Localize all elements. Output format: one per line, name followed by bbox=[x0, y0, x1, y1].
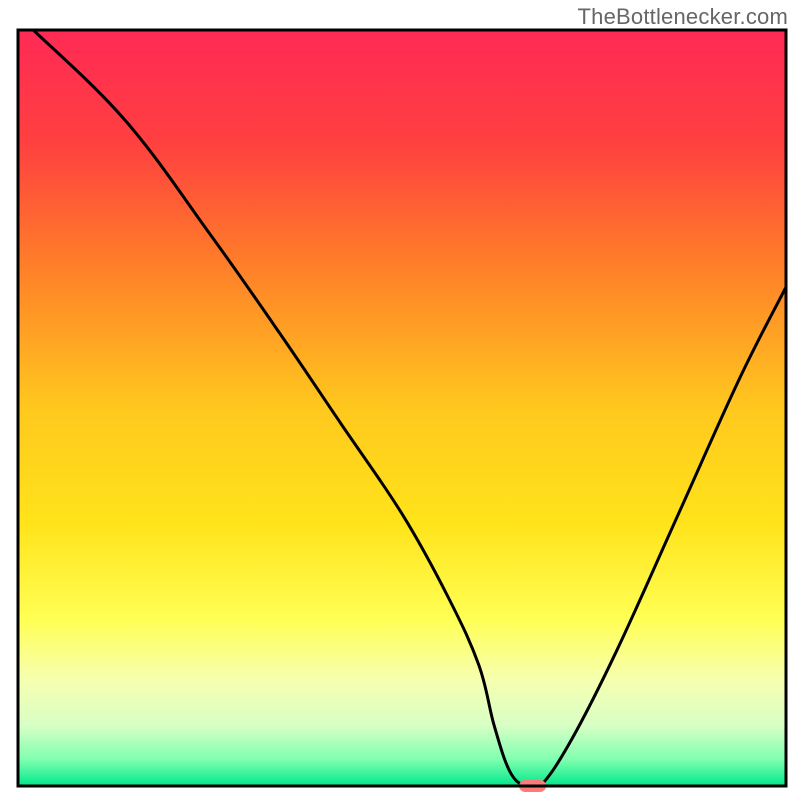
chart-stage: TheBottlenecker.com bbox=[0, 0, 800, 800]
bottleneck-chart bbox=[0, 0, 800, 800]
watermark-text: TheBottlenecker.com bbox=[578, 4, 788, 30]
chart-background bbox=[18, 30, 786, 786]
